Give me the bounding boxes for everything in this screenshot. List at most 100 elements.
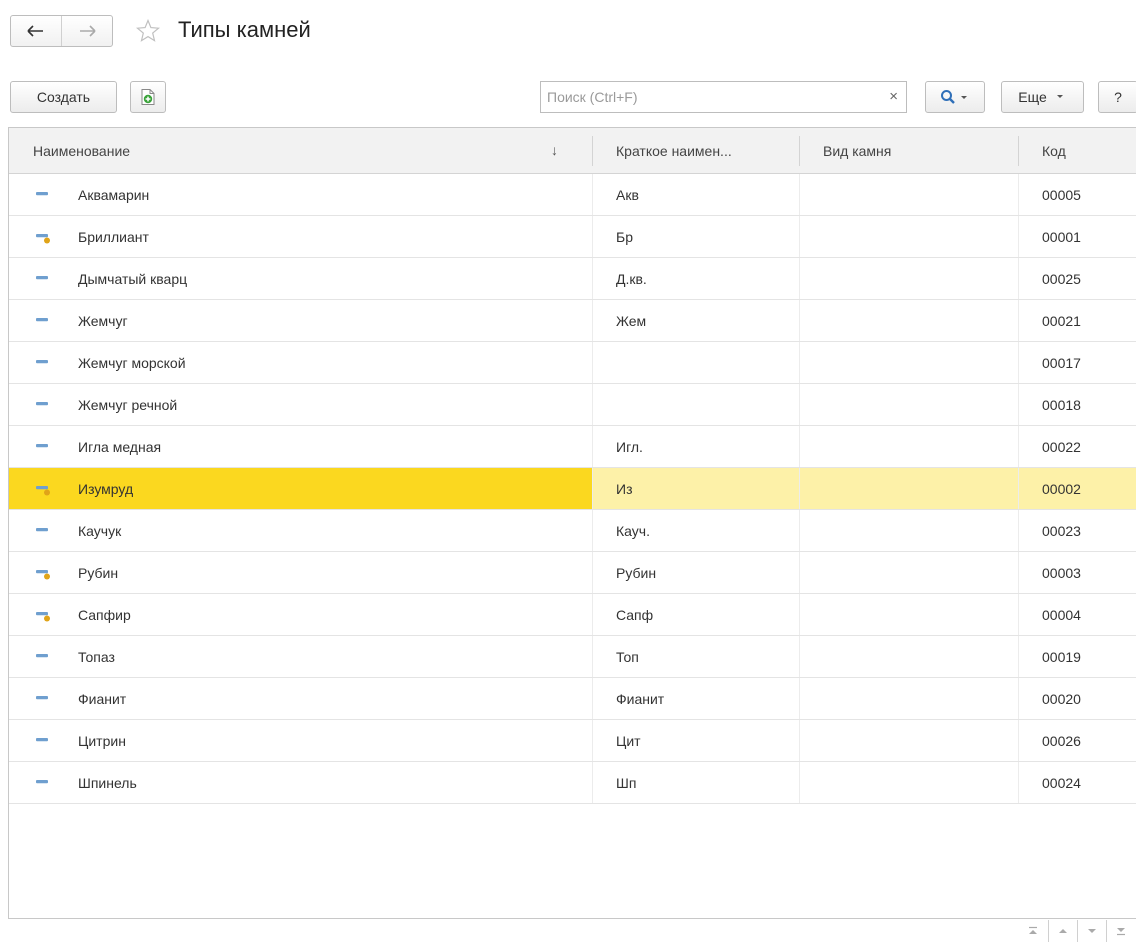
- cell-name: Жемчуг: [78, 312, 128, 329]
- cell-code: 00021: [1042, 312, 1081, 329]
- arrow-down-icon: [1088, 929, 1096, 933]
- cell-short-name: Д.кв.: [616, 270, 647, 287]
- column-divider: [1018, 216, 1019, 257]
- column-divider: [799, 342, 800, 383]
- scroll-to-top-button[interactable]: [1019, 920, 1047, 942]
- favorite-star-icon[interactable]: [136, 19, 160, 43]
- cell-short-name: Фианит: [616, 690, 665, 707]
- column-divider: [1018, 258, 1019, 299]
- table-row[interactable]: Рубин Рубин 00003: [9, 552, 1136, 594]
- column-divider: [592, 552, 593, 593]
- cell-code: 00001: [1042, 228, 1081, 245]
- cell-name: Каучук: [78, 522, 122, 539]
- add-document-icon: [141, 89, 155, 105]
- cell-stone-kind: [799, 300, 1018, 341]
- create-copy-button[interactable]: [130, 81, 166, 113]
- table-row[interactable]: Дымчатый кварц Д.кв. 00025: [9, 258, 1136, 300]
- column-divider: [1018, 300, 1019, 341]
- cell-code: 00003: [1042, 564, 1081, 581]
- table-row[interactable]: Аквамарин Акв 00005: [9, 174, 1136, 216]
- cell-name: Сапфир: [78, 606, 131, 623]
- cell-short-name: Цит: [616, 732, 641, 749]
- table-row[interactable]: Цитрин Цит 00026: [9, 720, 1136, 762]
- cell-name: Жемчуг речной: [78, 396, 178, 413]
- search-options-button[interactable]: [925, 81, 985, 113]
- table-row[interactable]: Жемчуг Жем 00021: [9, 300, 1136, 342]
- table-row[interactable]: Жемчуг морской 00017: [9, 342, 1136, 384]
- catalog-item-icon: [36, 654, 48, 658]
- cell-short-name: Шп: [616, 774, 637, 791]
- cell-short-name: [592, 342, 799, 383]
- table-row[interactable]: Топаз Топ 00019: [9, 636, 1136, 678]
- column-divider: [799, 552, 800, 593]
- column-divider: [592, 636, 593, 677]
- scroll-up-button[interactable]: [1048, 920, 1077, 942]
- create-label: Создать: [36, 89, 91, 105]
- column-divider: [1018, 510, 1019, 551]
- column-divider: [799, 720, 800, 761]
- column-divider: [799, 258, 800, 299]
- table-row[interactable]: Фианит Фианит 00020: [9, 678, 1136, 720]
- create-button[interactable]: Создать: [10, 81, 117, 113]
- cell-short-name: Топ: [616, 648, 639, 665]
- search-input[interactable]: [541, 82, 888, 112]
- help-button[interactable]: ?: [1098, 81, 1136, 113]
- table-row[interactable]: Каучук Кауч. 00023: [9, 510, 1136, 552]
- cell-stone-kind: [799, 468, 1018, 509]
- cell-code: 00005: [1042, 186, 1081, 203]
- table-row[interactable]: Сапфир Сапф 00004: [9, 594, 1136, 636]
- cell-code: 00023: [1042, 522, 1081, 539]
- column-divider: [592, 678, 593, 719]
- cell-code: 00019: [1042, 648, 1081, 665]
- cell-stone-kind: [799, 636, 1018, 677]
- cell-code: 00022: [1042, 438, 1081, 455]
- catalog-item-icon: [36, 402, 48, 406]
- column-divider: [1018, 636, 1019, 677]
- cell-short-name: [592, 384, 799, 425]
- cell-name: Рубин: [78, 564, 119, 581]
- cell-code: 00020: [1042, 690, 1081, 707]
- forward-button[interactable]: [61, 16, 112, 46]
- clear-search-icon[interactable]: ×: [889, 88, 898, 105]
- cell-code: 00002: [1018, 468, 1136, 509]
- sort-down-icon: ↓: [551, 142, 558, 158]
- cell-code: 00024: [1042, 774, 1081, 791]
- search-field[interactable]: ×: [540, 81, 907, 113]
- catalog-item-icon: [36, 444, 48, 448]
- cell-short-name: Акв: [616, 186, 639, 203]
- column-divider: [1018, 762, 1019, 803]
- table-row[interactable]: Игла медная Игл. 00022: [9, 426, 1136, 468]
- cell-name: Шпинель: [78, 774, 137, 791]
- cell-code: 00004: [1042, 606, 1081, 623]
- table-row[interactable]: Бриллиант Бр 00001: [9, 216, 1136, 258]
- cell-stone-kind: [799, 678, 1018, 719]
- column-header-short-name[interactable]: Краткое наимен...: [592, 128, 799, 173]
- double-down-icon: [1117, 928, 1125, 936]
- cell-code: 00018: [1042, 396, 1081, 413]
- column-divider: [592, 594, 593, 635]
- column-header-stone-kind[interactable]: Вид камня: [799, 128, 1018, 173]
- column-header-code[interactable]: Код: [1018, 128, 1136, 173]
- back-button[interactable]: [11, 16, 61, 46]
- table-row[interactable]: Шпинель Шп 00024: [9, 762, 1136, 804]
- column-divider: [799, 384, 800, 425]
- column-divider: [1018, 384, 1019, 425]
- scroll-to-bottom-button[interactable]: [1106, 920, 1135, 942]
- more-button[interactable]: Еще: [1001, 81, 1084, 113]
- arrow-up-icon: [1059, 929, 1067, 933]
- cell-name: Фианит: [78, 690, 127, 707]
- table-row[interactable]: Изумруд Из 00002: [9, 468, 1136, 510]
- column-divider: [799, 468, 800, 509]
- column-divider: [799, 174, 800, 215]
- catalog-item-icon: [36, 276, 48, 280]
- stone-types-table[interactable]: Наименование ↓ Краткое наимен... Вид кам…: [8, 127, 1136, 919]
- cell-stone-kind: [799, 510, 1018, 551]
- table-row[interactable]: Жемчуг речной 00018: [9, 384, 1136, 426]
- cell-name: Изумруд: [9, 468, 592, 509]
- chevron-down-icon: [1056, 95, 1063, 98]
- column-header-name[interactable]: Наименование: [9, 128, 592, 173]
- column-divider: [1018, 720, 1019, 761]
- column-divider: [592, 384, 593, 425]
- scroll-down-button[interactable]: [1077, 920, 1106, 942]
- column-divider: [799, 678, 800, 719]
